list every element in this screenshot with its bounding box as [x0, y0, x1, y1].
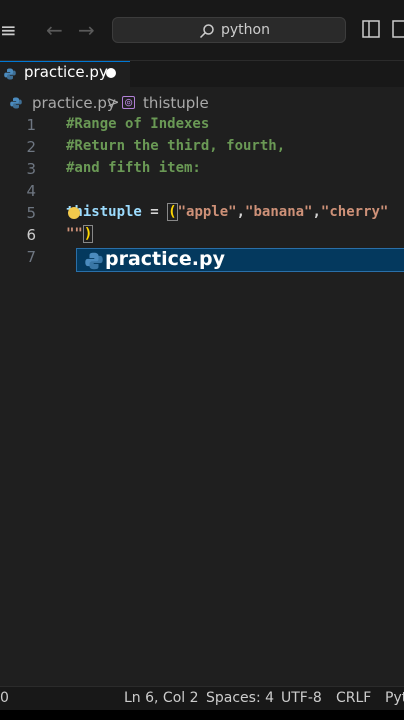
code-line: 4 [0, 182, 404, 204]
status-bar: 0 Ln 6, Col 2 Spaces: 4 UTF-8 CRLF Pyt [0, 686, 404, 711]
comment-text: #Return the third, fourth, [66, 138, 286, 154]
menu-icon[interactable]: ≡ [0, 18, 17, 42]
line-number: 3 [26, 160, 36, 178]
comma: , [236, 204, 246, 220]
comment-text: #Range of Indexes [66, 116, 210, 132]
title-bar: ≡ ← → python [0, 0, 404, 61]
code-line: 6 "") [0, 225, 404, 248]
tab-bar: practice.py [0, 61, 404, 88]
status-cursor-position[interactable]: Ln 6, Col 2 [124, 690, 199, 706]
string-literal: "cherry" [320, 204, 389, 220]
close-paren: ) [82, 225, 94, 243]
search-icon [199, 24, 214, 39]
python-file-icon [4, 68, 16, 80]
line-number: 2 [26, 138, 36, 156]
code-line: 1 #Range of Indexes [0, 116, 404, 138]
code-statement: thistuple = ("apple","banana","cherry" [66, 203, 389, 221]
search-text: python [221, 22, 270, 38]
breadcrumb-symbol[interactable]: thistuple [143, 94, 209, 112]
breadcrumb: practice.py > ⊚ thistuple [0, 92, 404, 114]
status-line-ending[interactable]: CRLF [336, 690, 371, 706]
suggestion-item[interactable]: practice.py [76, 248, 404, 272]
string-literal: "banana" [245, 204, 313, 220]
code-line: 5 thistuple = ("apple","banana","cherry" [0, 203, 404, 226]
string-literal: "" [66, 226, 83, 242]
comment-text: #and fifth item: [66, 160, 201, 176]
open-paren: ( [167, 203, 178, 221]
variable-symbol-icon: ⊚ [122, 96, 136, 109]
suggestion-label: practice.py [105, 248, 226, 270]
unsaved-dot-icon[interactable] [106, 68, 116, 78]
status-encoding[interactable]: UTF-8 [281, 690, 322, 706]
string-literal: "apple" [177, 204, 237, 220]
forward-arrow-icon[interactable]: → [78, 18, 95, 42]
assignment-operator: = [141, 204, 168, 220]
python-file-icon [10, 97, 22, 109]
toggle-sidebar-icon[interactable] [362, 20, 380, 38]
line-number: 6 [26, 226, 36, 244]
toggle-panel-icon[interactable] [392, 20, 404, 38]
line-number: 7 [26, 248, 36, 266]
breadcrumb-file[interactable]: practice.py [32, 94, 116, 112]
bottom-strip [0, 710, 404, 720]
back-arrow-icon[interactable]: ← [46, 18, 63, 42]
code-line: 3 #and fifth item: [0, 160, 404, 182]
tab-practice-py[interactable]: practice.py [0, 61, 130, 88]
code-editor[interactable]: 1 #Range of Indexes 2 #Return the third,… [0, 116, 404, 686]
line-number: 4 [26, 182, 36, 200]
breadcrumb-separator: > [107, 93, 120, 111]
status-problems-count[interactable]: 0 [0, 690, 9, 706]
status-indentation[interactable]: Spaces: 4 [206, 690, 274, 706]
line-number: 5 [26, 204, 36, 222]
tab-label: practice.py [24, 63, 108, 81]
comma: , [312, 204, 321, 220]
code-statement: "") [66, 225, 94, 243]
code-line: 2 #Return the third, fourth, [0, 138, 404, 160]
python-file-icon [85, 252, 103, 270]
lightbulb-icon[interactable] [68, 207, 80, 219]
command-center-search[interactable]: python [112, 17, 346, 43]
line-number: 1 [26, 116, 36, 134]
status-language[interactable]: Pyt [385, 690, 404, 706]
